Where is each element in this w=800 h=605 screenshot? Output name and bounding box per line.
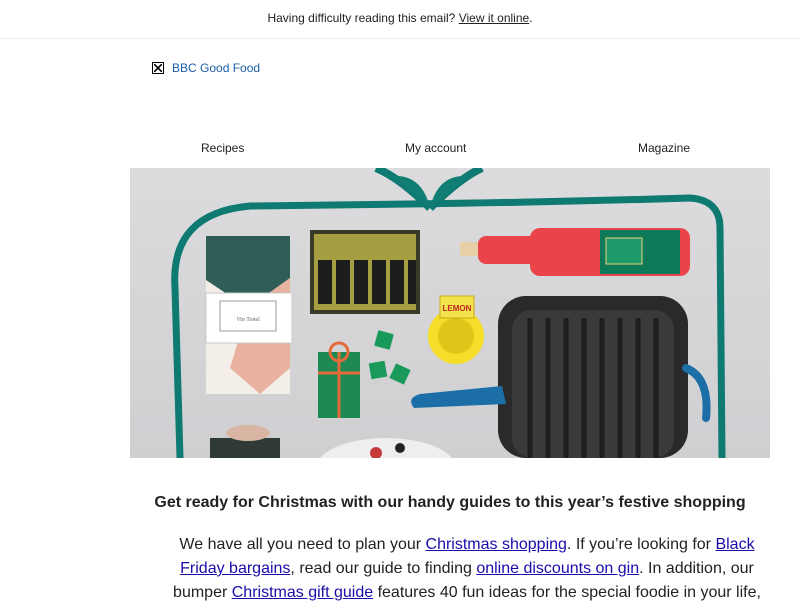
nav-item-my-account[interactable]: My account (405, 141, 466, 155)
intro-text-1: We have all you need to plan your (179, 536, 426, 553)
view-online-bar: Having difficulty reading this email? Vi… (0, 0, 800, 39)
christmas-gift-guide-link[interactable]: Christmas gift guide (232, 584, 373, 601)
nav-item-magazine[interactable]: Magazine (638, 141, 690, 155)
lemon-label-text: LEMON (443, 304, 472, 313)
tea-towel-tag-text: Vin Tonel (236, 317, 260, 323)
bbc-good-food-logo[interactable]: BBC Good Food (152, 60, 260, 76)
nav-item-recipes[interactable]: Recipes (201, 141, 244, 155)
intro-text-5: features 40 fun ideas for the special fo… (373, 584, 761, 601)
christmas-shopping-link[interactable]: Christmas shopping (426, 536, 567, 553)
christmas-gifts-photo: Vin Tonel LEMON (130, 168, 770, 458)
main-nav: Recipes My account Magazine (130, 141, 770, 159)
headline: Get ready for Christmas with our handy g… (154, 494, 746, 511)
online-discounts-gin-link[interactable]: online discounts on gin (476, 560, 639, 577)
logo-alt-text: BBC Good Food (172, 61, 261, 75)
view-online-prefix: Having difficulty reading this email? (267, 11, 456, 25)
view-online-link[interactable]: View it online (459, 11, 530, 25)
intro-text-3: , read our guide to finding (290, 560, 477, 577)
intro-paragraph: We have all you need to plan your Christ… (162, 533, 772, 605)
intro-text-2: . If you’re looking for (566, 536, 716, 553)
hero-image[interactable]: Vin Tonel LEMON (130, 168, 770, 458)
broken-image-icon (152, 62, 164, 74)
view-online-suffix: . (529, 11, 533, 25)
